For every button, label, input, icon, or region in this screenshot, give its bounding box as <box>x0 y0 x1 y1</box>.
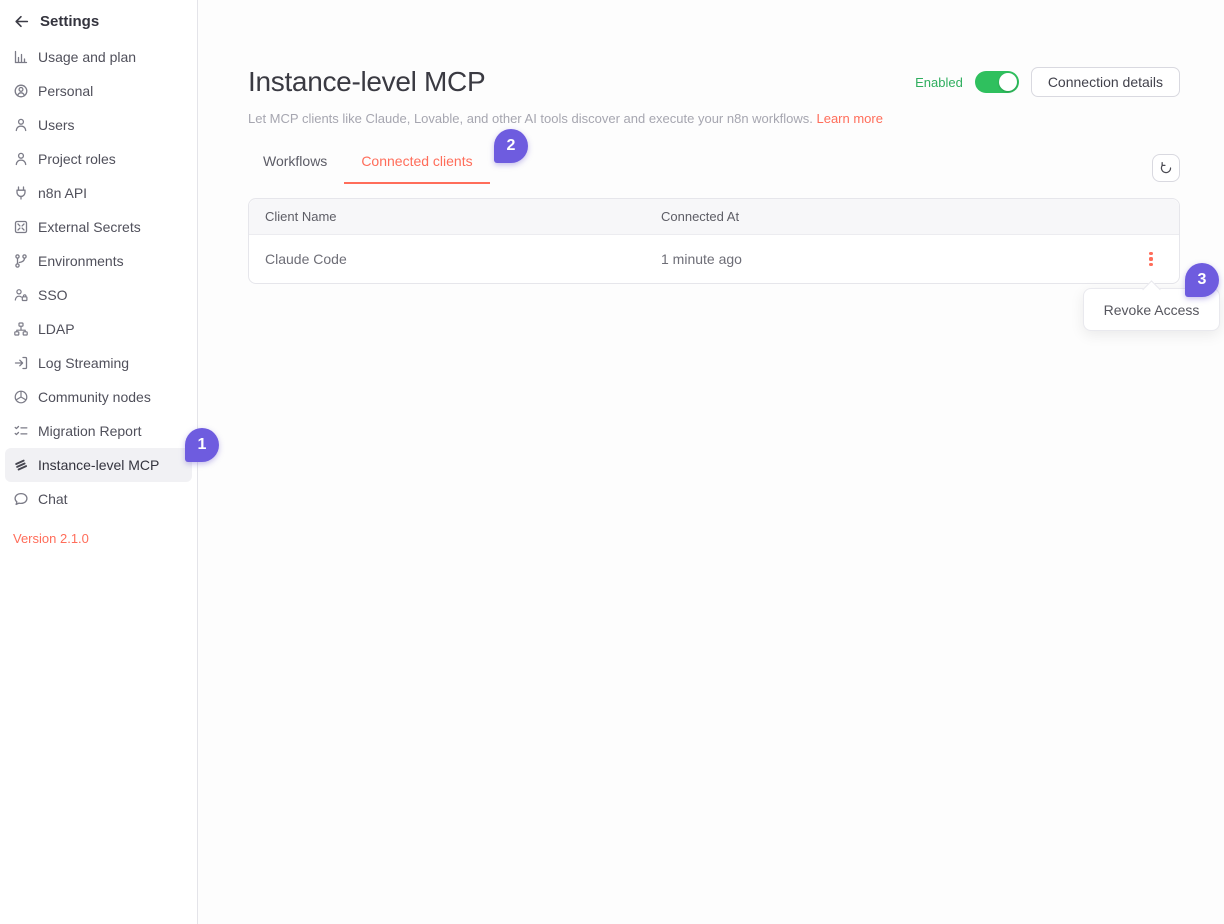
learn-more-link[interactable]: Learn more <box>816 111 882 126</box>
sidebar-item-label: Users <box>38 117 75 133</box>
settings-sidebar: Settings Usage and plan Personal Users P… <box>0 0 198 924</box>
table-header: Client Name Connected At <box>249 199 1179 235</box>
plug-icon <box>13 185 29 201</box>
refresh-button[interactable] <box>1152 154 1180 182</box>
sidebar-item-instance-level-mcp[interactable]: Instance-level MCP <box>5 448 192 482</box>
git-branch-icon <box>13 253 29 269</box>
sidebar-item-label: Usage and plan <box>38 49 136 65</box>
row-actions <box>1123 247 1179 272</box>
chat-icon <box>13 491 29 507</box>
user-lock-icon <box>13 287 29 303</box>
cell-client-name: Claude Code <box>249 251 661 267</box>
connection-details-button[interactable]: Connection details <box>1031 67 1180 97</box>
tabs-row: Workflows Connected clients <box>248 153 1180 184</box>
sidebar-item-label: Log Streaming <box>38 355 129 371</box>
revoke-access-menu-item[interactable]: Revoke Access <box>1104 302 1200 318</box>
cell-connected-at: 1 minute ago <box>661 251 1123 267</box>
column-header-client-name: Client Name <box>249 209 661 224</box>
sidebar-item-label: Project roles <box>38 151 116 167</box>
sidebar-item-ldap[interactable]: LDAP <box>5 312 192 346</box>
back-arrow-icon[interactable] <box>13 12 31 30</box>
sidebar-item-users[interactable]: Users <box>5 108 192 142</box>
sidebar-item-label: Environments <box>38 253 124 269</box>
sidebar-item-label: Community nodes <box>38 389 151 405</box>
toggle-knob <box>999 73 1017 91</box>
tab-connected-clients[interactable]: Connected clients <box>344 153 489 184</box>
sidebar-item-community-nodes[interactable]: Community nodes <box>5 380 192 414</box>
vault-icon <box>13 219 29 235</box>
row-actions-button[interactable] <box>1143 247 1158 272</box>
header-controls: Enabled Connection details <box>915 67 1180 97</box>
sidebar-item-label: Migration Report <box>38 423 142 439</box>
column-header-connected-at: Connected At <box>661 209 1123 224</box>
sidebar-item-label: External Secrets <box>38 219 141 235</box>
sidebar-item-sso[interactable]: SSO <box>5 278 192 312</box>
version-label: Version 2.1.0 <box>0 531 197 546</box>
sidebar-header: Settings <box>0 0 197 40</box>
mcp-enabled-toggle[interactable] <box>975 71 1019 93</box>
sidebar-nav: Usage and plan Personal Users Project ro… <box>0 40 197 516</box>
table-row: Claude Code 1 minute ago <box>249 235 1179 283</box>
sidebar-item-label: Chat <box>38 491 68 507</box>
sidebar-item-personal[interactable]: Personal <box>5 74 192 108</box>
sidebar-item-label: Instance-level MCP <box>38 457 159 473</box>
subtitle-text: Let MCP clients like Claude, Lovable, an… <box>248 111 813 126</box>
layers-icon <box>13 457 29 473</box>
user-icon <box>13 117 29 133</box>
sidebar-item-label: n8n API <box>38 185 87 201</box>
page-title: Instance-level MCP <box>248 66 485 98</box>
package-icon <box>13 389 29 405</box>
enabled-label: Enabled <box>915 75 963 90</box>
kebab-icon <box>1149 252 1152 255</box>
main-content: Instance-level MCP Enabled Connection de… <box>198 0 1224 924</box>
sidebar-item-migration-report[interactable]: Migration Report <box>5 414 192 448</box>
connected-clients-table: Client Name Connected At Claude Code 1 m… <box>248 198 1180 284</box>
bar-chart-icon <box>13 49 29 65</box>
tab-bar: Workflows Connected clients <box>248 153 490 184</box>
checklist-icon <box>13 423 29 439</box>
refresh-icon <box>1159 161 1173 175</box>
sidebar-item-label: SSO <box>38 287 68 303</box>
log-in-icon <box>13 355 29 371</box>
annotation-badge-3: 3 <box>1185 263 1219 297</box>
page-header: Instance-level MCP Enabled Connection de… <box>248 66 1180 98</box>
sidebar-item-usage-and-plan[interactable]: Usage and plan <box>5 40 192 74</box>
sidebar-item-external-secrets[interactable]: External Secrets <box>5 210 192 244</box>
sidebar-item-log-streaming[interactable]: Log Streaming <box>5 346 192 380</box>
sidebar-item-project-roles[interactable]: Project roles <box>5 142 192 176</box>
hierarchy-icon <box>13 321 29 337</box>
annotation-badge-1: 1 <box>185 428 219 462</box>
page-subtitle: Let MCP clients like Claude, Lovable, an… <box>248 111 1180 126</box>
sidebar-item-label: LDAP <box>38 321 75 337</box>
sidebar-item-label: Personal <box>38 83 93 99</box>
sidebar-title: Settings <box>40 13 99 30</box>
tab-workflows[interactable]: Workflows <box>248 153 344 184</box>
annotation-badge-2: 2 <box>494 129 528 163</box>
user-icon <box>13 151 29 167</box>
sidebar-item-n8n-api[interactable]: n8n API <box>5 176 192 210</box>
user-circle-icon <box>13 83 29 99</box>
sidebar-item-environments[interactable]: Environments <box>5 244 192 278</box>
sidebar-item-chat[interactable]: Chat <box>5 482 192 516</box>
